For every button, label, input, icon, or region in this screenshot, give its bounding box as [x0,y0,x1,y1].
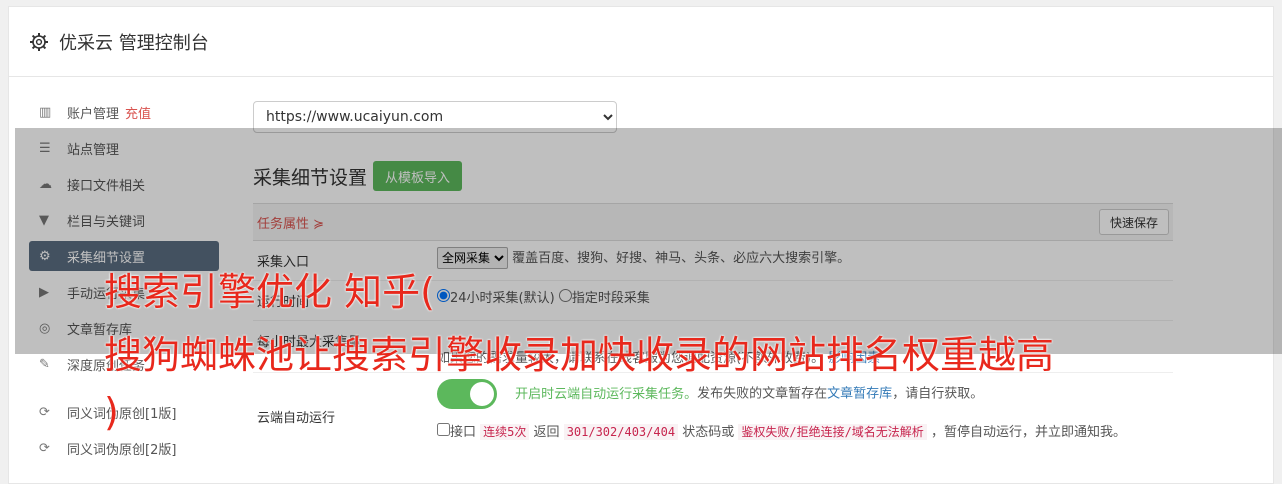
gear-icon [30,32,48,51]
api-code-count: 连续5次 [480,424,530,440]
page-title: 优采云 管理控制台 [59,32,209,54]
overlay-title-line1: 搜索引擎优化 知乎( [104,270,435,314]
overlay-title-line2: 搜狗蜘蛛池让搜索引擎收录加快收录的网站排名权重越高 [104,333,1055,377]
sidebar-item-label: 账户管理 [67,106,120,122]
api-suffix: ，暂停自动运行，并立即通知我。 [930,425,1126,440]
sidebar-item-account[interactable]: ▥ 账户管理 充值 [29,97,219,127]
api-pause-checkbox[interactable] [437,423,450,436]
bar-chart-icon: ▥ [39,105,52,120]
article-store-link[interactable]: 文章暂存库 [827,387,892,402]
cloud-auto-run-toggle[interactable] [437,379,497,409]
cloud-status: 开启时云端自动运行采集任务。 [515,386,698,402]
cloud-row: 云端自动运行 开启时云端自动运行采集任务。发布失败的文章暂存在文章暂存库，请自行… [253,373,1173,446]
recharge-link[interactable]: 充值 [125,103,151,122]
refresh-icon: ⟳ [39,405,50,420]
overlay-banner [15,128,1282,354]
cloud-desc-end: ，请自行获取。 [892,386,984,402]
api-code-errors: 鉴权失败/拒绝连接/域名无法解析 [738,424,927,440]
cloud-label: 云端自动运行 [257,411,336,426]
api-code-status: 301/302/403/404 [563,424,679,440]
sidebar-item-label: 同义词伪原创[1版] [67,406,177,422]
page-header: 优采云 管理控制台 [9,7,1273,77]
sidebar-item-label: 同义词伪原创[2版] [67,442,177,458]
api-text: 返回 [533,425,560,440]
edit-icon: ✎ [39,357,50,372]
sidebar-item-synonym-v2[interactable]: ⟳ 同义词伪原创[2版] [29,433,219,463]
sidebar-item-synonym-v1[interactable]: ⟳ 同义词伪原创[1版] [29,397,219,427]
api-text: 状态码或 [682,425,735,440]
refresh-icon: ⟳ [39,441,50,456]
api-prefix: 接口 [450,425,477,440]
overlay-title-line3: ) [104,390,119,434]
cloud-desc: 发布失败的文章暂存在 [697,386,828,402]
